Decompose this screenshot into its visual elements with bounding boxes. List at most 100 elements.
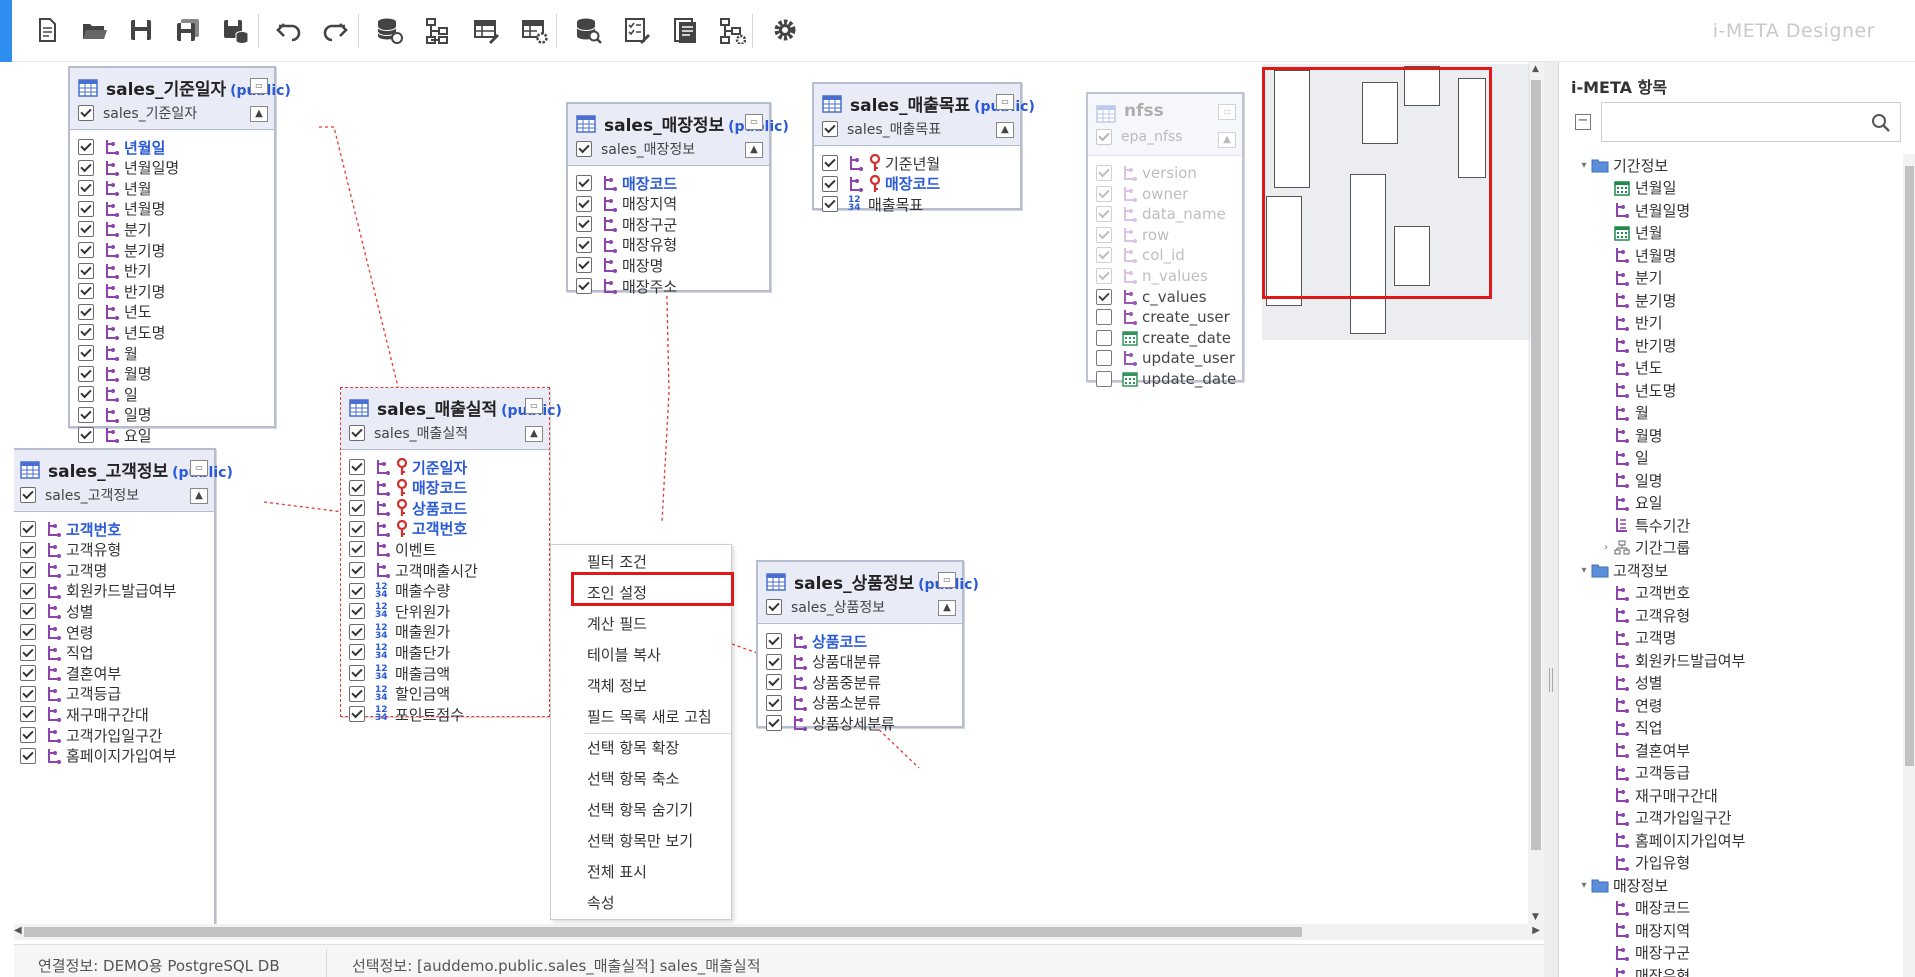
canvas-vertical-scrollbar[interactable]: ▲ ▼ [1528,62,1544,924]
entity-header[interactable]: sales_매장정보(public)▭sales_매장정보▲ [568,104,789,166]
field-checkbox[interactable] [822,155,838,171]
scroll-up-icon[interactable]: ▲ [1532,64,1539,74]
field-checkbox[interactable] [78,200,94,217]
field-row[interactable]: 매장지역 [576,193,677,215]
select-all-checkbox[interactable] [20,487,36,503]
field-row[interactable]: 년월명 [78,198,165,220]
field-checkbox[interactable] [78,262,94,279]
tree-item[interactable]: 특수기간 [1599,514,1690,536]
collapse-entity-icon[interactable]: ▲ [938,600,956,616]
field-checkbox[interactable] [1096,247,1112,264]
tree-item[interactable]: 일명 [1599,469,1663,491]
field-checkbox[interactable] [349,685,365,702]
field-checkbox[interactable] [20,562,36,579]
entity-menu-icon[interactable]: ▭ [1218,104,1236,120]
field-checkbox[interactable] [766,715,782,732]
tree-settings-button[interactable] [715,13,749,47]
db-search-button[interactable] [571,13,605,47]
entity-nfss[interactable]: nfss ▭ epa_nfss ▲ version owner data_name row co… [1086,92,1244,388]
entity-menu-icon[interactable]: ▭ [996,94,1014,110]
field-checkbox[interactable] [1096,268,1112,284]
field-row[interactable]: 성별 [20,600,94,622]
field-row[interactable]: 직업 [20,642,94,664]
field-row[interactable]: create_user [1096,306,1230,328]
context-menu-item[interactable]: 계산 필드 [551,609,731,640]
field-row[interactable]: col_id [1096,244,1185,266]
field-row[interactable]: c_values [1096,286,1207,308]
panel-splitter[interactable] [1544,62,1558,977]
field-checkbox[interactable] [78,324,94,341]
field-checkbox[interactable] [576,216,592,233]
entity-menu-icon[interactable]: ▭ [525,398,543,414]
entity-date[interactable]: sales_기준일자(public)▭sales_기준일자▲년월일년월일명년월년… [68,66,291,445]
field-row[interactable]: n_values [1096,265,1208,287]
field-row[interactable]: 12 34 매출수량 [349,580,450,602]
collapse-entity-icon[interactable]: ▲ [745,142,763,158]
tree-item[interactable]: 고객명 [1599,627,1676,649]
field-checkbox[interactable] [20,521,36,537]
tree-item[interactable]: 반기 [1599,312,1663,334]
chevron-down-icon[interactable]: ▾ [1577,160,1591,171]
field-row[interactable]: 매장코드 [822,173,940,195]
collapse-all-button[interactable]: − [1575,114,1591,130]
collapse-entity-icon[interactable]: ▲ [1218,132,1236,148]
field-row[interactable]: 고객매출시간 [349,559,478,581]
field-row[interactable]: 이벤트 [349,538,436,560]
tree-item[interactable]: 성별 [1599,672,1663,694]
field-checkbox[interactable] [349,603,365,620]
field-checkbox[interactable] [766,653,782,670]
select-all-checkbox[interactable] [766,599,782,615]
search-icon[interactable] [1870,112,1892,134]
field-row[interactable]: 요일 [78,424,152,446]
scroll-right-icon[interactable]: ▶ [1532,925,1540,936]
tree-item[interactable]: 년월명 [1599,244,1676,266]
field-row[interactable]: 매장코드 [349,477,467,499]
entity-sales[interactable]: sales_매출실적(public)▭sales_매출실적▲기준일자매장코드상품… [340,387,562,724]
chevron-down-icon[interactable]: ▾ [1577,880,1591,891]
field-row[interactable]: 년도 [78,301,152,323]
field-row[interactable]: owner [1096,183,1188,205]
document-button[interactable] [667,13,701,47]
field-row[interactable]: 반기명 [78,280,165,302]
tree-folder[interactable]: ▾ 기간정보 [1577,154,1668,176]
entity-menu-icon[interactable]: ▭ [745,114,763,130]
tree-item[interactable]: 매장코드 [1599,897,1690,919]
field-checkbox[interactable] [576,195,592,212]
field-checkbox[interactable] [349,623,365,640]
save-db-button[interactable] [218,13,252,47]
tree-item[interactable]: 고객번호 [1599,582,1690,604]
field-row[interactable]: 년도명 [78,321,165,343]
field-checkbox[interactable] [20,747,36,764]
field-checkbox[interactable] [1096,309,1112,326]
tree-item[interactable]: 년도 [1599,357,1663,379]
context-menu-item[interactable]: 선택 항목만 보기 [551,826,731,857]
scroll-left-icon[interactable]: ◀ [14,925,22,936]
field-row[interactable]: 12 34 할인금액 [349,683,450,705]
field-checkbox[interactable] [78,221,94,238]
chevron-down-icon[interactable]: ▾ [1577,565,1591,576]
tree-item[interactable]: 월 [1599,402,1649,424]
field-checkbox[interactable] [766,633,782,649]
field-checkbox[interactable] [20,727,36,743]
field-checkbox[interactable] [349,706,365,723]
scroll-thumb[interactable] [1905,166,1914,766]
meta-tree[interactable]: ▾ 기간정보 년월일 년월일명 년월 년월명 분기 분기명 반기 반기명 년도 년도명 월 월명 일 일명 요일… [1577,154,1899,977]
field-checkbox[interactable] [349,520,365,537]
tree-item[interactable]: 가입유형 [1599,852,1690,874]
field-checkbox[interactable] [78,406,94,423]
entity-target[interactable]: sales_매출목표(public)▭sales_매출목표▲기준년월매장코드12… [812,82,1035,214]
field-row[interactable]: 매장명 [576,254,663,276]
field-row[interactable]: 년월일 [78,136,165,158]
field-checkbox[interactable] [78,345,94,361]
field-row[interactable]: 기준년월 [822,152,940,174]
select-all-checkbox[interactable] [822,121,838,137]
field-checkbox[interactable] [20,541,36,558]
field-row[interactable]: 12 34 포인트점수 [349,703,464,725]
field-checkbox[interactable] [349,459,365,475]
tree-item[interactable]: 매장지역 [1599,919,1690,941]
field-row[interactable]: 월 [78,342,138,364]
save-all-button[interactable] [171,13,205,47]
tree-item[interactable]: 재구매구간대 [1599,784,1718,806]
field-checkbox[interactable] [1096,206,1112,223]
table-settings-button[interactable] [517,13,551,47]
